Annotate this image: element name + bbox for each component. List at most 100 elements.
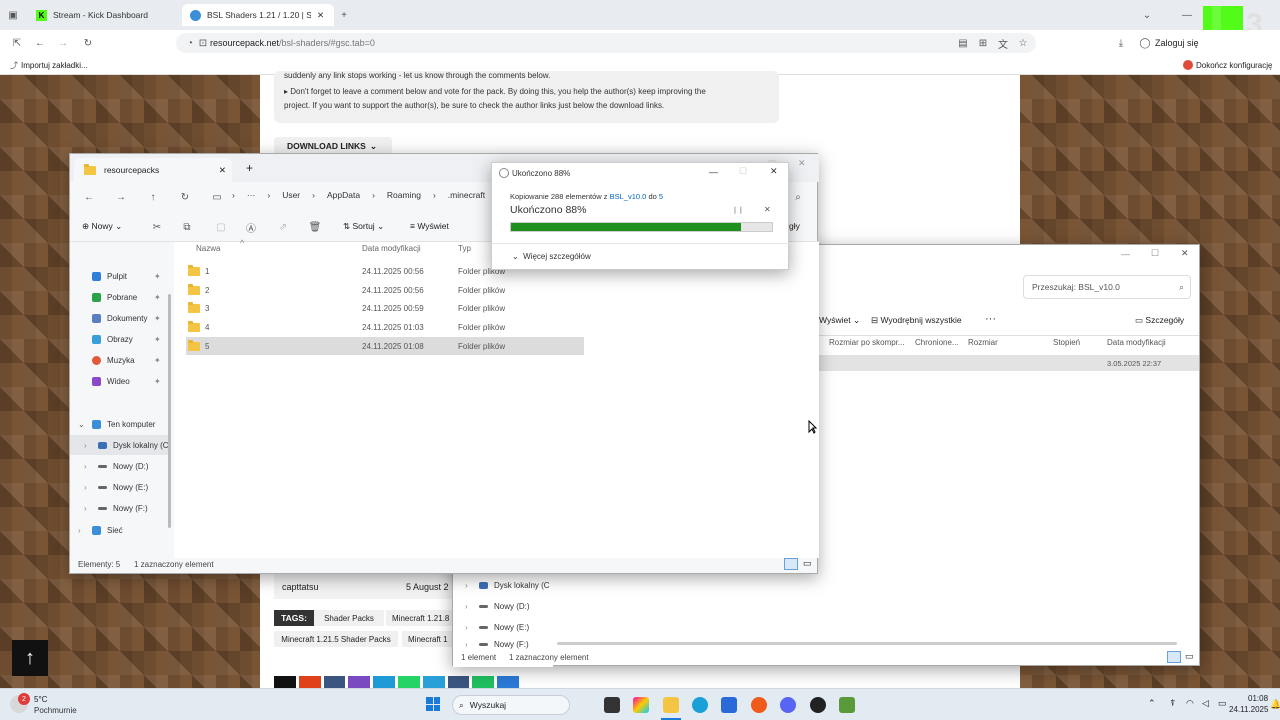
wifi-icon[interactable]: ◠: [1186, 698, 1194, 709]
details-view-icon[interactable]: [784, 558, 798, 570]
maximize-icon[interactable]: ☐: [739, 166, 747, 177]
signin-button[interactable]: Zaloguj się: [1155, 38, 1199, 48]
account-icon[interactable]: ◯: [1138, 36, 1152, 50]
details-pane-button[interactable]: gły: [789, 221, 800, 231]
cancel-icon[interactable]: ✕: [764, 205, 771, 214]
reload-icon[interactable]: ↻: [81, 36, 95, 50]
column-header-name[interactable]: Nazwa: [196, 244, 220, 253]
nav-drive[interactable]: › Nowy (F:): [70, 498, 170, 518]
copy-icon[interactable]: ⧉: [180, 220, 194, 234]
tab-kick[interactable]: K Stream - Kick Dashboard: [28, 4, 178, 26]
nav-drive[interactable]: › Dysk lokalny (C: [453, 575, 553, 595]
minimize-icon[interactable]: —: [1180, 8, 1194, 22]
table-row[interactable]: 3.05.2025 22:37: [819, 355, 1199, 371]
nav-item-pobrane[interactable]: Pobrane ✦: [70, 287, 170, 307]
nav-drive[interactable]: › Nowy (D:): [453, 596, 553, 616]
column-header-date[interactable]: Data modyfikacji: [362, 244, 421, 253]
tumblr-share-icon[interactable]: [323, 676, 346, 688]
back-icon[interactable]: ←: [82, 190, 96, 204]
column-header[interactable]: Stopień: [1053, 338, 1107, 347]
nav-drive[interactable]: › Nowy (E:): [70, 477, 170, 497]
volume-icon[interactable]: ◁: [1202, 698, 1209, 709]
tray-chevron-icon[interactable]: ⌃: [1148, 698, 1156, 709]
details-button[interactable]: ▭ Szczegóły: [1135, 315, 1184, 326]
forward-icon[interactable]: →: [114, 190, 128, 204]
refresh-icon[interactable]: ↻: [178, 190, 192, 204]
breadcrumb-item[interactable]: Roaming: [387, 190, 421, 200]
nav-item-dokumenty[interactable]: Dokumenty ✦: [70, 308, 170, 328]
close-icon[interactable]: ✕: [1181, 248, 1189, 259]
vk-share-icon[interactable]: [497, 676, 519, 688]
new-tab-button[interactable]: +: [337, 8, 351, 22]
explorer-tab[interactable]: resourcepacks ✕: [74, 158, 232, 182]
sort-button[interactable]: ⇅ Sortuj ⌄: [343, 221, 384, 232]
zip-search-input[interactable]: Przeszukaj: BSL_v10.0 ⌕: [1023, 275, 1191, 299]
nav-scrollbar[interactable]: [168, 294, 171, 528]
line-share-icon[interactable]: [472, 676, 495, 688]
skype-share-icon[interactable]: [373, 676, 395, 688]
finish-setup-link[interactable]: Dokończ konfigurację: [1196, 61, 1272, 70]
reader-icon[interactable]: ▤: [956, 36, 970, 50]
nav-item-wideo[interactable]: Wideo ✦: [70, 371, 170, 391]
search-icon[interactable]: ⌕: [791, 190, 805, 204]
table-row-selected[interactable]: 5 24.11.2025 01:08 Folder plików: [186, 337, 584, 355]
tab-bsl-shaders[interactable]: BSL Shaders 1.21 / 1.20 | Shade ✕: [182, 4, 334, 26]
telegram-share-icon[interactable]: [422, 676, 445, 688]
tiles-view-icon[interactable]: ▭: [803, 558, 812, 569]
nav-item-pulpit[interactable]: Pulpit ✦: [70, 266, 170, 286]
rename-icon[interactable]: Ⓐ: [244, 220, 258, 235]
nav-item-network[interactable]: › Sieć: [70, 520, 170, 540]
maximize-icon[interactable]: ☐: [1151, 248, 1159, 259]
clock-time[interactable]: 01:08: [1248, 694, 1268, 703]
downloads-icon[interactable]: ⤓: [1114, 36, 1128, 50]
close-icon[interactable]: ✕: [770, 166, 778, 177]
column-header-type[interactable]: Typ: [458, 244, 471, 253]
reddit-share-icon[interactable]: [298, 676, 321, 688]
copilot-icon[interactable]: [633, 697, 649, 713]
nav-item-muzyka[interactable]: Muzyka ✦: [70, 350, 170, 370]
firefox-taskbar-icon[interactable]: [751, 697, 767, 713]
pause-icon[interactable]: ❙❙: [732, 206, 744, 214]
address-bar[interactable]: ◔ ⊡ resourcepack.net/bsl-shaders/#gsc.ta…: [176, 33, 1036, 53]
author-name[interactable]: capttatsu: [282, 582, 319, 592]
cut-icon[interactable]: ✂: [150, 220, 164, 234]
chevron-down-icon[interactable]: ⌄: [1140, 8, 1154, 22]
up-icon[interactable]: ↑: [146, 190, 160, 204]
nav-drive[interactable]: › Nowy (F:): [453, 638, 553, 650]
breadcrumb-item[interactable]: .minecraft: [448, 190, 485, 200]
obs-icon[interactable]: [810, 697, 826, 713]
close-icon[interactable]: ✕: [798, 158, 806, 169]
destination-link[interactable]: 5: [659, 192, 663, 201]
edge-icon[interactable]: [692, 697, 708, 713]
screenshot-icon[interactable]: ⊞: [976, 36, 990, 50]
horizontal-scrollbar[interactable]: [557, 642, 1177, 645]
start-windows-icon[interactable]: [426, 697, 440, 711]
breadcrumb-item[interactable]: AppData: [327, 190, 360, 200]
column-header[interactable]: Chronione...: [915, 338, 968, 347]
minimize-icon[interactable]: —: [1121, 249, 1130, 259]
viber-share-icon[interactable]: [348, 676, 371, 688]
weather-desc[interactable]: Pochmurnie: [34, 706, 77, 715]
view-button[interactable]: Wyświet ⌄: [819, 315, 860, 326]
extract-all-button[interactable]: ⊟ Wyodrębnij wszystkie: [871, 315, 962, 326]
tag-link[interactable]: Minecraft 1: [402, 631, 456, 647]
taskbar-search[interactable]: ⌕ Wyszukaj: [452, 695, 570, 715]
store-icon[interactable]: [721, 697, 737, 713]
column-header[interactable]: Rozmiar po skompr...: [829, 338, 915, 347]
table-row[interactable]: 2 24.11.2025 00:56 Folder plików: [174, 281, 819, 299]
nav-item-this-pc[interactable]: ⌄ Ten komputer: [70, 414, 170, 434]
details-view-icon[interactable]: [1167, 651, 1181, 663]
tag-link[interactable]: Minecraft 1.21.8: [386, 610, 456, 626]
source-link[interactable]: BSL_v10.0: [610, 192, 647, 201]
minimize-icon[interactable]: —: [709, 167, 718, 177]
tracking-shield-icon[interactable]: ◔: [184, 36, 196, 50]
task-view-icon[interactable]: [604, 697, 620, 713]
paste-icon[interactable]: ▢: [214, 220, 228, 234]
breadcrumb-item[interactable]: User: [282, 190, 300, 200]
close-icon[interactable]: ✕: [219, 165, 226, 176]
delete-icon[interactable]: 🗑: [308, 220, 322, 234]
column-header[interactable]: Rozmiar: [968, 338, 1053, 347]
back-icon[interactable]: ←: [33, 36, 47, 50]
tumblr2-share-icon[interactable]: [447, 676, 470, 688]
view-button[interactable]: ≡ Wyświet: [410, 221, 449, 231]
